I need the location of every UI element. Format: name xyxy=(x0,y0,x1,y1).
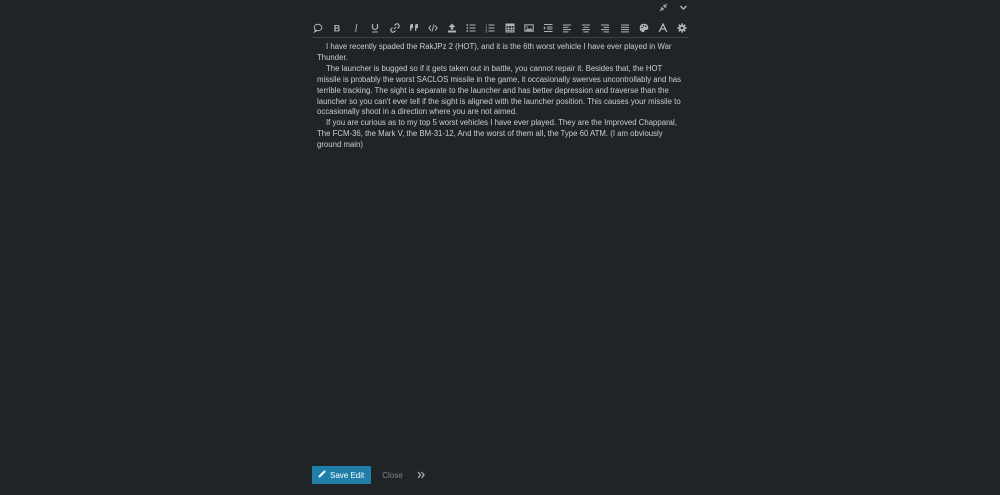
paragraph: The launcher is bugged so if it gets tak… xyxy=(317,63,682,117)
align-justify-icon[interactable] xyxy=(619,22,631,34)
pencil-icon xyxy=(318,470,326,480)
window-controls xyxy=(658,0,688,14)
code-icon[interactable] xyxy=(427,22,439,34)
paragraph: If you are curious as to my top 5 worst … xyxy=(317,118,677,150)
italic-icon[interactable]: I xyxy=(350,22,362,34)
editor-window: B I 123 I have recently spaded the RakJP… xyxy=(0,0,1000,495)
svg-text:3: 3 xyxy=(486,29,488,33)
font-icon[interactable] xyxy=(657,22,669,34)
chevron-down-icon[interactable] xyxy=(678,2,688,12)
bold-icon[interactable]: B xyxy=(331,22,343,34)
svg-text:B: B xyxy=(334,24,341,34)
paragraph: I have recently spaded the RakJPz 2 (HOT… xyxy=(317,42,672,62)
svg-text:I: I xyxy=(354,24,359,34)
link-icon[interactable] xyxy=(389,22,401,34)
quote-icon[interactable] xyxy=(408,22,420,34)
double-chevron-right-icon[interactable] xyxy=(416,470,426,480)
editor-content[interactable]: I have recently spaded the RakJPz 2 (HOT… xyxy=(317,42,687,151)
minimize-icon[interactable] xyxy=(658,2,668,12)
numbered-list-icon[interactable]: 123 xyxy=(484,22,496,34)
image-icon[interactable] xyxy=(523,22,535,34)
underline-icon[interactable] xyxy=(369,22,381,34)
speech-bubble-icon[interactable] xyxy=(312,22,324,34)
bullet-list-icon[interactable] xyxy=(465,22,477,34)
formatting-toolbar: B I 123 xyxy=(312,20,688,38)
indent-icon[interactable] xyxy=(542,22,554,34)
align-left-icon[interactable] xyxy=(561,22,573,34)
palette-icon[interactable] xyxy=(638,22,650,34)
align-right-icon[interactable] xyxy=(599,22,611,34)
close-button[interactable]: Close xyxy=(382,471,402,480)
save-edit-label: Save Edit xyxy=(330,470,365,480)
align-center-icon[interactable] xyxy=(580,22,592,34)
save-edit-button[interactable]: Save Edit xyxy=(312,466,372,484)
upload-icon[interactable] xyxy=(446,22,458,34)
editor-footer: Save Edit Close xyxy=(312,466,426,484)
table-icon[interactable] xyxy=(504,22,516,34)
gear-icon[interactable] xyxy=(676,22,688,34)
